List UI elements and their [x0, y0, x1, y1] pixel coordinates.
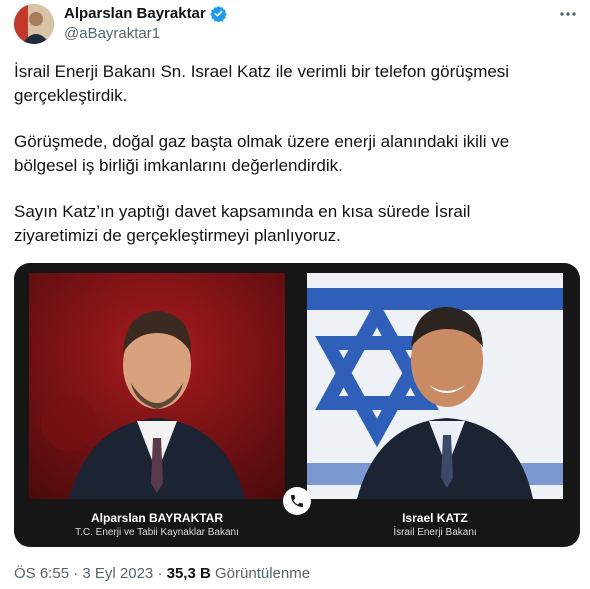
tweet-date[interactable]: 3 Eyl 2023 — [82, 565, 153, 582]
verified-badge-icon — [210, 6, 227, 22]
author-name-text[interactable]: Alparslan Bayraktar — [64, 5, 206, 22]
left-caption-title: T.C. Enerji ve Tabii Kaynaklar Bakanı — [75, 527, 239, 538]
phone-icon — [283, 487, 311, 515]
right-caption-name: Israel KATZ — [402, 511, 468, 525]
views-label: Görüntülenme — [215, 565, 311, 582]
tweet-text: İsrail Enerji Bakanı Sn. Israel Katz ile… — [14, 60, 559, 270]
tweet-meta: ÖS 6:55 · 3 Eyl 2023 · 35,3 B Görüntülen… — [14, 565, 310, 582]
author-name[interactable]: Alparslan Bayraktar — [64, 5, 227, 22]
author-handle[interactable]: @aBayraktar1 — [64, 25, 160, 42]
left-caption-name: Alparslan BAYRAKTAR — [90, 511, 224, 525]
avatar[interactable] — [14, 4, 54, 44]
tweet-media[interactable]: Alparslan BAYRAKTAR T.C. Enerji ve Tabii… — [14, 263, 580, 547]
photo-left — [29, 273, 285, 499]
tweet-time[interactable]: ÖS 6:55 — [14, 565, 69, 582]
ellipsis-icon[interactable] — [558, 4, 578, 29]
tweet-paragraph: İsrail Enerji Bakanı Sn. Israel Katz ile… — [14, 62, 510, 105]
photo-right — [307, 273, 563, 499]
meta-separator: · — [157, 565, 167, 582]
tweet-paragraph: Sayın Katz’ın yaptığı davet kapsamında e… — [14, 202, 471, 245]
tweet-paragraph: Görüşmede, doğal gaz başta olmak üzere e… — [14, 132, 510, 175]
meta-separator: · — [73, 565, 83, 582]
view-count: 35,3 B — [166, 565, 211, 582]
right-caption-title: İsrail Enerji Bakanı — [393, 527, 477, 538]
